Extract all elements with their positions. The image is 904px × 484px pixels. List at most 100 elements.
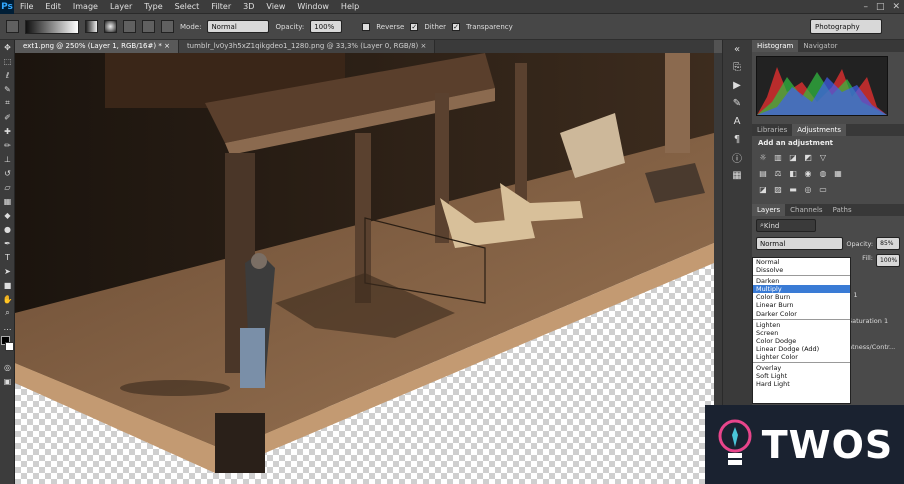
- selective-color-icon[interactable]: ◎: [803, 185, 813, 195]
- move-tool-icon[interactable]: ✥: [0, 40, 15, 54]
- exposure-icon[interactable]: ◩: [803, 153, 813, 163]
- tab-libraries[interactable]: Libraries: [752, 124, 792, 136]
- tab-ext1[interactable]: ext1.png @ 250% (Layer 1, RGB/16#) * ×: [15, 40, 179, 53]
- radial-gradient-button[interactable]: [104, 20, 117, 33]
- tab-histogram[interactable]: Histogram: [752, 40, 799, 52]
- shape-tool-icon[interactable]: ■: [0, 278, 15, 292]
- angle-gradient-button[interactable]: [123, 20, 136, 33]
- black-white-icon[interactable]: ◧: [788, 169, 798, 179]
- brush-tool-icon[interactable]: ✏: [0, 138, 15, 152]
- gradient-map-icon[interactable]: ▭: [818, 185, 828, 195]
- tab-navigator[interactable]: Navigator: [798, 40, 842, 52]
- menu-select[interactable]: Select: [169, 0, 206, 14]
- eyedropper-tool-icon[interactable]: ✐: [0, 110, 15, 124]
- crop-tool-icon[interactable]: ⌗: [0, 96, 15, 110]
- blend-option[interactable]: Linear Dodge (Add): [753, 345, 850, 353]
- dodge-tool-icon[interactable]: ●: [0, 222, 15, 236]
- document-canvas[interactable]: [15, 53, 714, 484]
- opacity-field[interactable]: 100%: [310, 20, 343, 33]
- levels-icon[interactable]: ▥: [773, 153, 783, 163]
- blend-option[interactable]: Hard Light: [753, 380, 850, 388]
- brush-presets-icon[interactable]: ✎: [723, 94, 751, 112]
- gradient-tool-icon[interactable]: [6, 20, 19, 33]
- quick-mask-icon[interactable]: ◎: [0, 360, 15, 374]
- diamond-gradient-button[interactable]: [161, 20, 174, 33]
- stamp-tool-icon[interactable]: ⊥: [0, 152, 15, 166]
- blend-option[interactable]: Dissolve: [753, 266, 850, 274]
- dither-checkbox[interactable]: ✓: [410, 22, 419, 31]
- color-swatches[interactable]: [0, 334, 14, 360]
- blur-tool-icon[interactable]: ◆: [0, 208, 15, 222]
- gradient-tool-icon[interactable]: ▦: [0, 194, 15, 208]
- reverse-checkbox[interactable]: [362, 22, 371, 31]
- lasso-tool-icon[interactable]: ℓ: [0, 68, 15, 82]
- channel-mixer-icon[interactable]: ◍: [818, 169, 828, 179]
- blend-option[interactable]: Linear Burn: [753, 301, 850, 309]
- threshold-icon[interactable]: ▬: [788, 185, 798, 195]
- blend-option[interactable]: Lighten: [753, 321, 850, 329]
- blend-option[interactable]: Normal: [753, 258, 850, 266]
- blend-option[interactable]: Color Burn: [753, 293, 850, 301]
- collapse-icon[interactable]: «: [723, 40, 751, 58]
- history-brush-icon[interactable]: ↺: [0, 166, 15, 180]
- menu-view[interactable]: View: [260, 0, 291, 14]
- tab-paths[interactable]: Paths: [828, 204, 857, 216]
- mode-select[interactable]: Normal: [207, 20, 270, 33]
- path-select-tool-icon[interactable]: ➤: [0, 264, 15, 278]
- blend-option[interactable]: Color Dodge: [753, 337, 850, 345]
- screen-mode-icon[interactable]: ▣: [0, 374, 15, 388]
- kind-filter-select[interactable]: ⌕ Kind: [756, 219, 816, 232]
- marquee-tool-icon[interactable]: ⬚: [0, 54, 15, 68]
- character-icon[interactable]: A: [723, 112, 751, 130]
- tab-adjustments[interactable]: Adjustments: [792, 124, 847, 136]
- more-tools-icon[interactable]: …: [0, 320, 15, 334]
- layer-opacity-field[interactable]: 85%: [876, 237, 900, 250]
- blend-option[interactable]: Multiply: [753, 285, 850, 294]
- close-icon[interactable]: ×: [421, 42, 427, 50]
- type-tool-icon[interactable]: T: [0, 250, 15, 264]
- blend-option[interactable]: Screen: [753, 329, 850, 337]
- maximize-icon[interactable]: □: [876, 0, 885, 14]
- zoom-tool-icon[interactable]: ⌕: [0, 306, 15, 320]
- menu-image[interactable]: Image: [67, 0, 104, 14]
- photo-filter-icon[interactable]: ◉: [803, 169, 813, 179]
- play-icon[interactable]: ▶: [723, 76, 751, 94]
- curves-icon[interactable]: ◪: [788, 153, 798, 163]
- gradient-swatch[interactable]: [25, 19, 79, 34]
- healing-tool-icon[interactable]: ✚: [0, 124, 15, 138]
- brightness-icon[interactable]: ☼: [758, 153, 768, 163]
- blend-option[interactable]: Overlay: [753, 364, 850, 372]
- menu-3d[interactable]: 3D: [237, 0, 260, 14]
- pen-tool-icon[interactable]: ✒: [0, 236, 15, 250]
- history-icon[interactable]: ⎘: [723, 58, 751, 76]
- invert-icon[interactable]: ◪: [758, 185, 768, 195]
- close-icon[interactable]: ×: [164, 42, 170, 50]
- hue-saturation-icon[interactable]: ▤: [758, 169, 768, 179]
- paragraph-icon[interactable]: ¶: [723, 130, 751, 148]
- eraser-tool-icon[interactable]: ▱: [0, 180, 15, 194]
- posterize-icon[interactable]: ▨: [773, 185, 783, 195]
- workspace-select[interactable]: Photography: [810, 19, 882, 34]
- tab-tumblr[interactable]: tumblr_lv0y3h5xZ1qikgdeo1_1280.png @ 33,…: [178, 40, 436, 53]
- blend-option[interactable]: Soft Light: [753, 372, 850, 380]
- layer-name-3[interactable]: htness/Contr...: [848, 343, 895, 351]
- color-balance-icon[interactable]: ⚖: [773, 169, 783, 179]
- color-lookup-icon[interactable]: ▦: [833, 169, 843, 179]
- tab-channels[interactable]: Channels: [785, 204, 827, 216]
- menu-help[interactable]: Help: [335, 0, 365, 14]
- hand-tool-icon[interactable]: ✋: [0, 292, 15, 306]
- menu-edit[interactable]: Edit: [39, 0, 67, 14]
- transparency-checkbox[interactable]: ✓: [452, 22, 461, 31]
- reflected-gradient-button[interactable]: [142, 20, 155, 33]
- quick-select-tool-icon[interactable]: ✎: [0, 82, 15, 96]
- tab-layers[interactable]: Layers: [752, 204, 786, 216]
- minimize-icon[interactable]: –: [863, 0, 868, 14]
- menu-file[interactable]: File: [14, 0, 39, 14]
- blend-option[interactable]: Darker Color: [753, 310, 850, 318]
- vibrance-icon[interactable]: ▽: [818, 153, 828, 163]
- menu-window[interactable]: Window: [291, 0, 335, 14]
- menu-layer[interactable]: Layer: [104, 0, 138, 14]
- menu-type[interactable]: Type: [138, 0, 168, 14]
- close-icon[interactable]: ✕: [892, 0, 900, 14]
- swatches-icon[interactable]: ▦: [723, 166, 751, 184]
